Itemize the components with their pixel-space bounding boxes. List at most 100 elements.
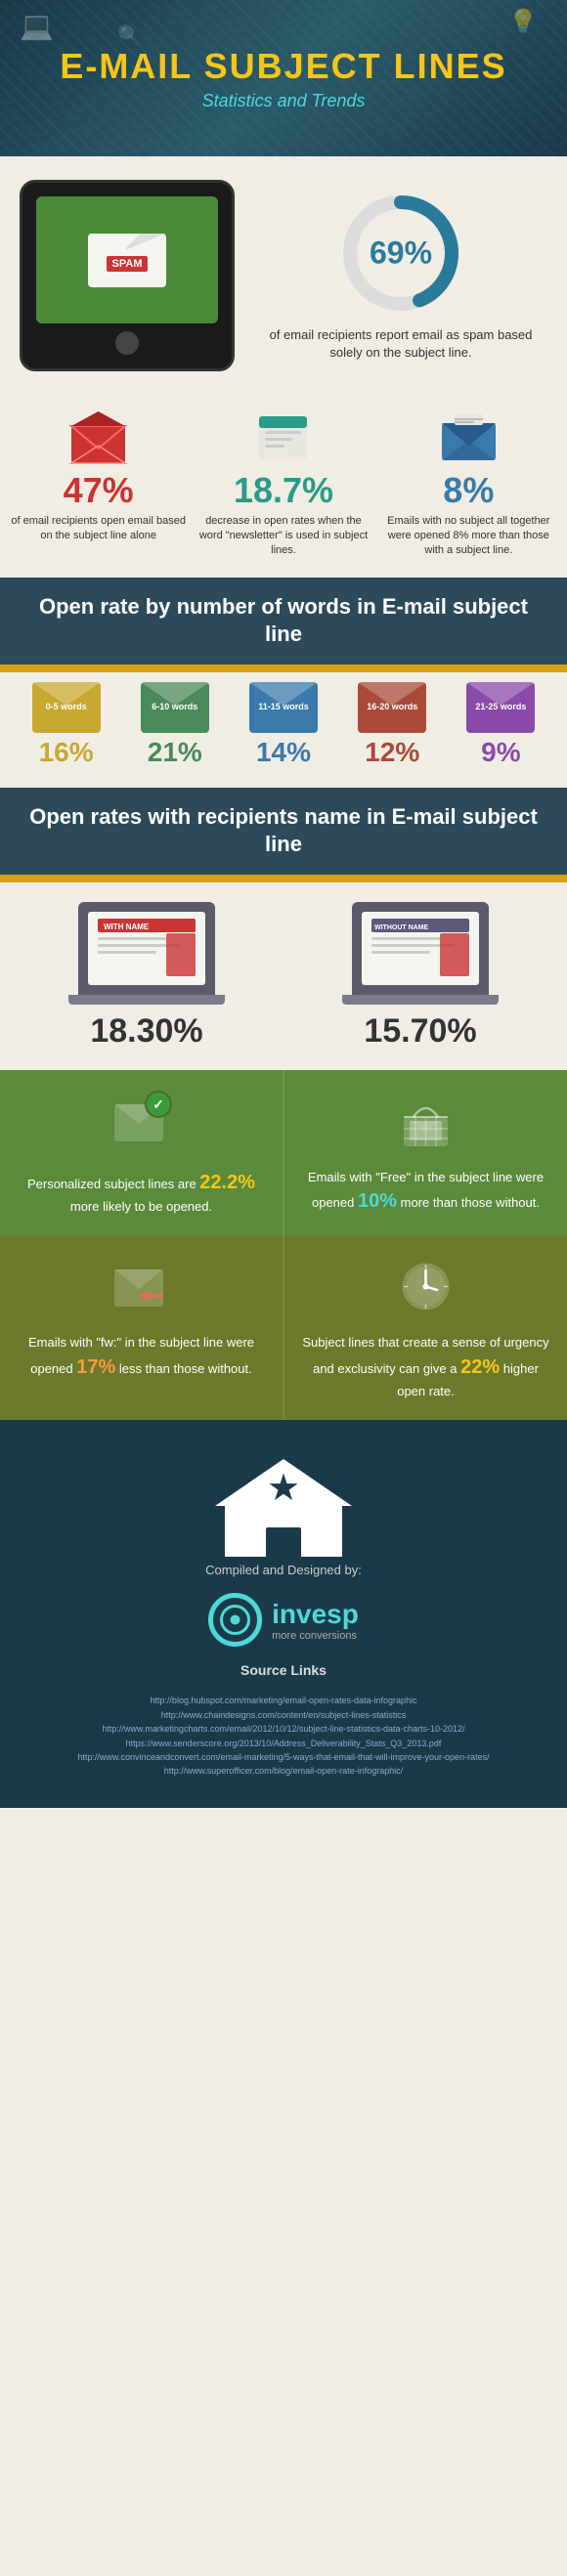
svg-text:WITH NAME: WITH NAME bbox=[104, 923, 150, 931]
laptop-without-screen-outer: WITHOUT NAME bbox=[352, 902, 489, 995]
word-envelope-1: 6-10 words bbox=[141, 682, 209, 733]
stat-18: 18.7% decrease in open rates when the wo… bbox=[195, 408, 371, 558]
word-item-4: 21-25 words 9% bbox=[449, 682, 553, 768]
olive-stat-fw: Emails with "fw:" in the subject line we… bbox=[0, 1235, 284, 1420]
donut-container: 69% of email recipients report email as … bbox=[254, 190, 547, 362]
envelope-check-svg: ✓ bbox=[109, 1090, 173, 1153]
word-envelope-3: 16-20 words bbox=[358, 682, 426, 733]
footer-section: ★ Compiled and Designed by: invesp more … bbox=[0, 1420, 567, 1807]
spam-envelope: SPAM bbox=[88, 234, 166, 287]
stat-18-icon bbox=[249, 408, 318, 467]
source-links: http://blog.hubspot.com/marketing/email-… bbox=[77, 1694, 489, 1778]
fw-text: Emails with "fw:" in the subject line we… bbox=[16, 1333, 267, 1382]
header-bg: 💻 💡 🔍 E-MAIL SUBJECT LINES Statistics an… bbox=[0, 0, 567, 156]
source-link-4: http://www.convinceandconvert.com/email-… bbox=[77, 1750, 489, 1764]
names-row: WITH NAME 18.30% bbox=[20, 902, 547, 1051]
words-section-title: Open rate by number of words in E-mail s… bbox=[20, 593, 547, 649]
clock-svg bbox=[394, 1255, 458, 1318]
stat-8-desc: Emails with no subject all together were… bbox=[380, 514, 557, 558]
olive-stat-urgency: Subject lines that create a sense of urg… bbox=[284, 1235, 567, 1420]
house-graphic-wrapper: ★ bbox=[186, 1449, 381, 1547]
word-label-4: 21-25 words bbox=[475, 702, 526, 712]
personalized-text: Personalized subject lines are 22.2% mor… bbox=[16, 1168, 267, 1217]
source-link-5: http://www.superofficer.com/blog/email-o… bbox=[77, 1764, 489, 1778]
invesp-logo-icon bbox=[208, 1593, 262, 1647]
laptop-with-name: WITH NAME bbox=[68, 902, 225, 1005]
fw-icon bbox=[109, 1255, 173, 1323]
urgency-text: Subject lines that create a sense of urg… bbox=[300, 1333, 551, 1400]
no-subject-icon bbox=[437, 411, 501, 465]
svg-text:WITHOUT NAME: WITHOUT NAME bbox=[374, 924, 429, 931]
basket-svg bbox=[394, 1090, 458, 1153]
source-link-0: http://blog.hubspot.com/marketing/email-… bbox=[77, 1694, 489, 1707]
stat-47: 47% of email recipients open email based… bbox=[10, 408, 187, 543]
olive-stats-section: Emails with "fw:" in the subject line we… bbox=[0, 1235, 567, 1420]
laptop-without-base bbox=[342, 995, 499, 1005]
yellow-divider-2 bbox=[0, 875, 567, 882]
spam-label: SPAM bbox=[107, 256, 149, 272]
word-label-2: 11-15 words bbox=[258, 702, 309, 712]
laptop-with-base bbox=[68, 995, 225, 1005]
word-envelope-0: 0-5 words bbox=[32, 682, 101, 733]
with-name-pct: 18.30% bbox=[90, 1012, 202, 1051]
word-pct-4: 9% bbox=[481, 737, 520, 768]
names-section: WITH NAME 18.30% bbox=[0, 882, 567, 1070]
word-envelope-2: 11-15 words bbox=[249, 682, 318, 733]
word-item-2: 11-15 words 14% bbox=[231, 682, 335, 768]
tablet-graphic: SPAM bbox=[20, 180, 235, 371]
free-pct: 10% bbox=[358, 1190, 397, 1212]
personalized-pct: 22.2% bbox=[199, 1172, 255, 1193]
stat-47-icon bbox=[65, 408, 133, 467]
deco-search-icon: 🔍 bbox=[117, 23, 142, 48]
tablet-screen: SPAM bbox=[36, 196, 218, 323]
deco-bulb-icon: 💡 bbox=[508, 8, 538, 36]
stat-47-pct: 47% bbox=[64, 473, 134, 508]
without-name-email-svg: WITHOUT NAME bbox=[367, 914, 474, 982]
urgency-icon bbox=[394, 1255, 458, 1323]
without-name-pct: 15.70% bbox=[364, 1012, 476, 1051]
words-row: 0-5 words 16% 6-10 words 21% 11-15 words… bbox=[10, 682, 557, 768]
stat-18-desc: decrease in open rates when the word "ne… bbox=[195, 514, 371, 558]
word-envelope-4: 21-25 words bbox=[466, 682, 535, 733]
names-section-title: Open rates with recipients name in E-mai… bbox=[20, 803, 547, 859]
source-links-title: Source Links bbox=[240, 1662, 327, 1678]
fw-pct: 17% bbox=[76, 1356, 115, 1378]
words-section-header: Open rate by number of words in E-mail s… bbox=[0, 578, 567, 665]
green-stat-personalized: ✓ Personalized subject lines are 22.2% m… bbox=[0, 1070, 284, 1236]
name-without: WITHOUT NAME 15.70% bbox=[293, 902, 547, 1051]
word-label-0: 0-5 words bbox=[46, 702, 87, 712]
free-text: Emails with "Free" in the subject line w… bbox=[300, 1168, 551, 1217]
invesp-tagline: more conversions bbox=[272, 1630, 359, 1642]
donut-chart: 69% bbox=[337, 190, 464, 317]
donut-pct: 69% bbox=[370, 235, 432, 271]
word-item-1: 6-10 words 21% bbox=[122, 682, 227, 768]
house-svg: ★ bbox=[186, 1449, 381, 1557]
yellow-divider bbox=[0, 665, 567, 672]
newsletter-icon bbox=[251, 411, 315, 465]
word-pct-1: 21% bbox=[148, 737, 202, 768]
source-link-1: http://www.chaindesigns.com/content/en/s… bbox=[77, 1708, 489, 1722]
urgency-pct: 22% bbox=[460, 1356, 500, 1378]
green-stats-section: ✓ Personalized subject lines are 22.2% m… bbox=[0, 1070, 567, 1236]
word-item-0: 0-5 words 16% bbox=[14, 682, 118, 768]
invesp-text-group: invesp more conversions bbox=[272, 1599, 359, 1642]
green-stat-free: Emails with "Free" in the subject line w… bbox=[284, 1070, 567, 1236]
spam-block: SPAM 69% of email recipients report emai… bbox=[0, 156, 567, 395]
page-title: E-MAIL SUBJECT LINES bbox=[60, 46, 506, 87]
donut-description: of email recipients report email as spam… bbox=[254, 326, 547, 362]
laptop-with-screen: WITH NAME bbox=[88, 912, 205, 985]
invesp-name: invesp bbox=[272, 1599, 359, 1630]
word-pct-3: 12% bbox=[365, 737, 419, 768]
name-with: WITH NAME 18.30% bbox=[20, 902, 274, 1051]
stat-8-icon bbox=[434, 408, 502, 467]
word-pct-0: 16% bbox=[39, 737, 94, 768]
laptop-with-screen-outer: WITH NAME bbox=[78, 902, 215, 995]
word-label-1: 6-10 words bbox=[152, 702, 197, 712]
source-link-3: https://www.senderscore.org/2013/10/Addr… bbox=[77, 1737, 489, 1750]
free-icon bbox=[394, 1090, 458, 1158]
personalized-icon: ✓ bbox=[109, 1090, 173, 1158]
fw-envelope-svg bbox=[109, 1255, 173, 1318]
svg-text:✓: ✓ bbox=[153, 1096, 164, 1112]
with-name-email-svg: WITH NAME bbox=[93, 914, 200, 982]
stat-8: 8% Emails with no subject all together w… bbox=[380, 408, 557, 558]
